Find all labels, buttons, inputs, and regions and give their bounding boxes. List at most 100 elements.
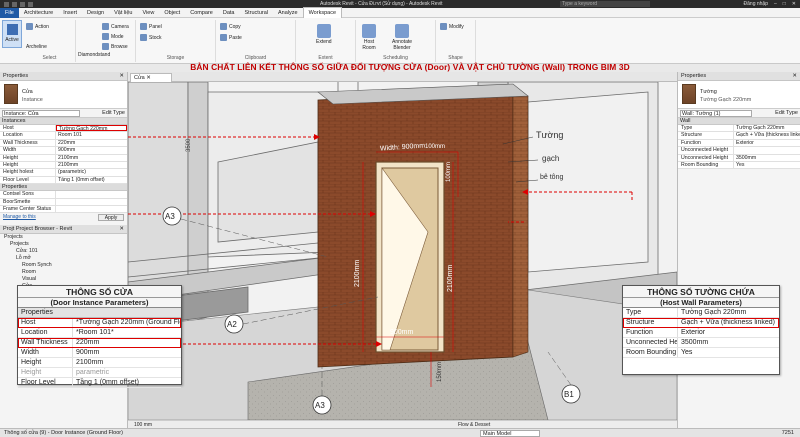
property-value[interactable] [56,199,127,205]
close-icon[interactable]: ✕ [119,72,124,81]
property-value[interactable]: Tường Gạch 220mm [678,308,779,317]
tree-item[interactable]: Visual [0,276,127,283]
property-value[interactable]: 2100mm [73,358,181,367]
property-value[interactable]: Exterior [734,140,800,146]
tab-data[interactable]: Data [218,8,240,18]
property-value[interactable]: Tầng 1 (0mm offset) [56,177,127,183]
type-selector[interactable]: Cửa Instance [0,81,127,109]
section-properties[interactable]: Properties [0,184,127,192]
minimize-icon[interactable]: – [774,1,777,7]
property-value[interactable]: 220mm [73,338,181,347]
tab-analyze[interactable]: Analyze [273,8,303,18]
property-row[interactable]: Width 900mm [0,147,127,155]
property-row[interactable]: Type Tường Gạch 220mm [623,308,779,318]
property-row[interactable]: Height 2100mm [18,358,181,368]
property-value[interactable]: (parametric) [56,169,127,175]
property-row[interactable]: Location *Room 101* [18,328,181,338]
property-value[interactable]: 900mm [73,348,181,357]
close-icon[interactable]: ✕ [792,1,796,7]
property-row[interactable]: Contsel Sons [0,191,127,199]
save-icon[interactable] [4,1,9,7]
instance-dropdown[interactable]: Wall: Tường (1) [680,109,752,117]
property-value[interactable]: parametric [73,368,181,377]
property-value[interactable]: Yes [734,162,800,168]
property-value[interactable] [56,206,127,212]
search-input[interactable]: Type a keyword [560,1,650,7]
property-row[interactable]: Unconnected Height [678,147,800,155]
property-row[interactable]: Height holest (parametric) [0,169,127,177]
action-button[interactable]: Action [26,23,49,30]
section-wall[interactable]: Wall [678,118,800,125]
stock-button[interactable]: Stock [140,34,162,41]
property-value[interactable] [56,191,127,197]
panel-button[interactable]: Panel [140,23,162,30]
property-row[interactable]: Wall Thickness 220mm [18,338,181,348]
edit-type-button[interactable]: Edit Type [775,110,798,116]
extend-button[interactable]: Extend [316,24,332,45]
property-row[interactable]: Location Room 101 [0,132,127,140]
edit-type-button[interactable]: Edit Type [102,110,125,116]
tab-compare[interactable]: Compare [185,8,218,18]
tab-view[interactable]: View [137,8,159,18]
property-row[interactable]: Structure Gạch + Vữa (thickness linked) [623,318,779,328]
property-value[interactable]: Exterior [678,328,779,337]
annotate-blender-button[interactable]: Annotate Blender [392,24,412,51]
property-value[interactable]: Tường Gạch 220mm [734,125,800,131]
quick-access-toolbar[interactable] [0,1,33,7]
property-row[interactable]: Floor Level Tầng 1 (0mm offset) [0,176,127,185]
tree-item[interactable]: Room Synch [0,262,127,269]
tree-item[interactable]: Projects [0,234,127,241]
tab-file[interactable]: File [0,7,19,18]
diamondstand-button[interactable]: Diamondstand [78,52,110,58]
tab-insert[interactable]: Insert [58,8,82,18]
property-row[interactable]: Height 2100mm [0,161,127,170]
property-row[interactable]: Function Exterior [678,139,800,148]
property-value[interactable]: 3500mm [678,338,779,347]
tree-item[interactable]: Lỗ mở [0,255,127,262]
tab-design[interactable]: Design [82,8,109,18]
print-icon[interactable] [28,1,33,7]
property-row[interactable]: Room Bounding Yes [623,348,779,358]
property-value[interactable]: 3500mm [734,155,800,161]
tab-workspace[interactable]: Workspace [302,7,343,18]
property-value[interactable]: 900mm [56,147,127,153]
property-value[interactable]: Gạch + Vữa (thickness linked) [734,132,800,138]
type-selector[interactable]: Tường Tường Gạch 220mm [678,81,800,109]
mode-button[interactable]: Mode [102,33,124,40]
3d-view-canvas[interactable]: Tường gạch bê tông Width: 900mm 100mm 10… [128,82,677,420]
property-value[interactable] [734,147,800,153]
browse-button[interactable]: Browse [102,43,128,50]
property-row[interactable]: Function Exterior [623,328,779,338]
manage-link[interactable]: Manage to this [0,214,36,220]
property-row[interactable]: Structure Gạch + Vữa (thickness linked) [678,132,800,140]
property-row[interactable]: Height parametric [18,368,181,378]
property-row[interactable]: Unconnected Height3500mm [623,338,779,348]
property-value[interactable]: Room 101 [56,132,127,138]
modify-button[interactable]: Modify [440,23,464,30]
property-row[interactable]: Height 2100mm [0,154,127,162]
property-row[interactable]: Floor Level Tầng 1 (0mm offset) [18,378,181,388]
property-value[interactable]: Yes [678,348,779,357]
modify-active-button[interactable]: Active [2,20,22,48]
archeline-button[interactable]: Archeline [26,44,47,50]
close-icon[interactable]: ✕ [792,72,797,81]
property-value[interactable]: Tường Gạch 220mm [56,125,127,132]
property-row[interactable]: BoorSmette [0,198,127,206]
property-value[interactable]: 2100mm [56,162,127,168]
section-instances[interactable]: Instances [0,118,127,125]
property-row[interactable]: Unconnected Height3500mm [678,154,800,162]
close-icon[interactable]: ✕ [146,75,151,81]
property-row[interactable]: Host *Tường Gạch 220mm (Ground Floor) [18,318,181,328]
maximize-icon[interactable]: □ [783,1,786,7]
property-value[interactable]: *Tường Gạch 220mm (Ground Floor) [73,318,181,327]
undo-icon[interactable] [12,1,17,7]
workset-dropdown[interactable]: Main Model [480,430,540,437]
close-icon[interactable]: ✕ [119,225,124,234]
redo-icon[interactable] [20,1,25,7]
property-value[interactable]: 220mm [56,140,127,146]
property-row[interactable]: Width 900mm [18,348,181,358]
property-value[interactable]: 2100mm [56,155,127,161]
camera-button[interactable]: Camera [102,23,129,30]
property-value[interactable]: *Room 101* [73,328,181,337]
property-row[interactable]: Wall Thickness 220mm [0,139,127,148]
